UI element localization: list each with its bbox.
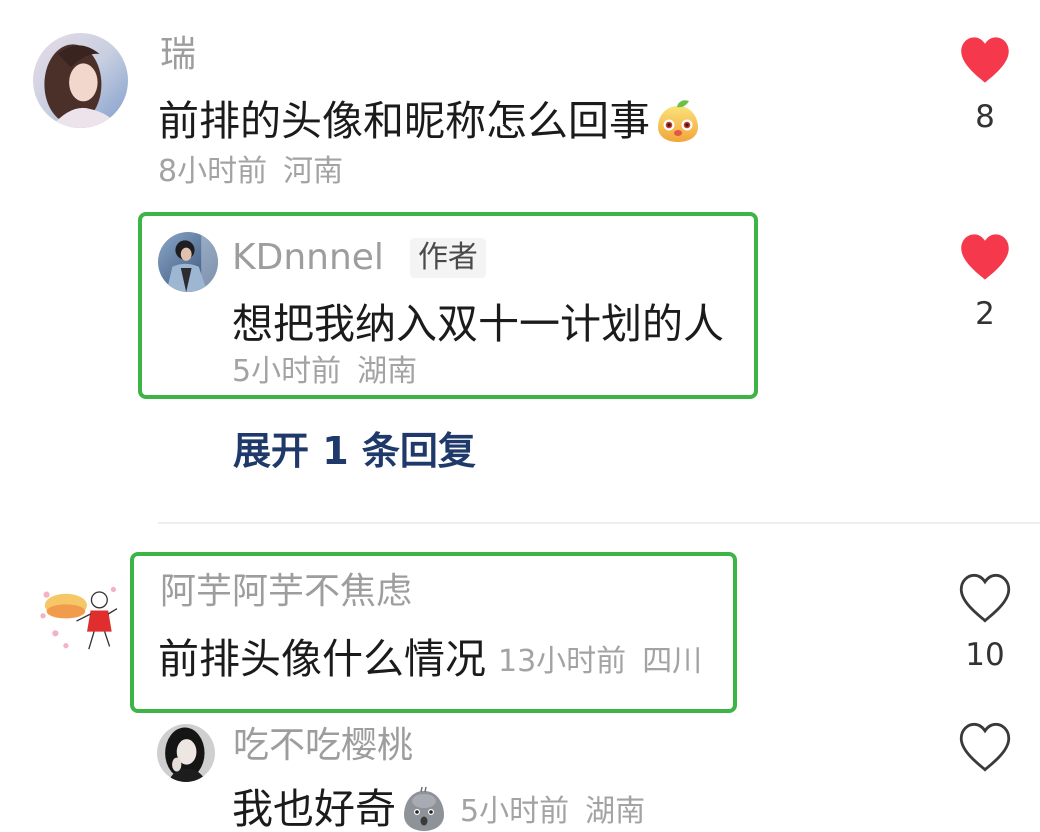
comment-meta: 13小时前 四川 bbox=[498, 645, 702, 679]
replier-username[interactable]: KDnnnel bbox=[232, 238, 384, 278]
like-button[interactable]: 2 bbox=[945, 232, 1025, 332]
like-button[interactable]: 10 bbox=[945, 573, 1025, 673]
reply-location: 湖南 bbox=[585, 794, 646, 829]
heart-outline-icon bbox=[959, 573, 1011, 623]
commenter-avatar[interactable] bbox=[33, 33, 128, 128]
comment-text: 前排头像什么情况 13小时前 四川 bbox=[158, 635, 702, 683]
heart-filled-icon bbox=[961, 37, 1009, 83]
commenter-username[interactable]: 阿芋阿芋不焦虑 bbox=[160, 572, 412, 612]
replier-username-row: KDnnnel 作者 bbox=[232, 238, 486, 278]
commenter-avatar[interactable] bbox=[36, 570, 124, 658]
reply-text-content: 我也好奇 bbox=[232, 785, 396, 832]
like-count: 8 bbox=[975, 99, 995, 135]
heart-filled-icon bbox=[961, 234, 1009, 280]
like-button[interactable] bbox=[945, 722, 1025, 772]
commenter-username[interactable]: 瑞 bbox=[160, 35, 196, 75]
reply-meta: 5小时前 湖南 bbox=[232, 355, 417, 389]
comment-location: 四川 bbox=[642, 644, 703, 679]
comment-text: 前排的头像和昵称怎么回事 bbox=[158, 97, 702, 145]
comment-time: 13小时前 bbox=[498, 644, 627, 679]
replier-avatar[interactable] bbox=[157, 724, 215, 782]
mango-face-emoji-icon bbox=[654, 97, 702, 145]
like-count: 2 bbox=[975, 296, 995, 332]
replier-username[interactable]: 吃不吃樱桃 bbox=[233, 726, 413, 766]
replier-avatar[interactable] bbox=[158, 232, 218, 292]
gray-face-emoji-icon bbox=[400, 785, 448, 832]
expand-replies-link[interactable]: 展开 1 条回复 bbox=[233, 428, 476, 474]
reply-time: 5小时前 bbox=[232, 354, 342, 389]
reply-text: 想把我纳入双十一计划的人 bbox=[232, 300, 724, 348]
reply-time: 5小时前 bbox=[460, 794, 570, 829]
comment-text-content: 前排头像什么情况 bbox=[158, 635, 486, 683]
reply-location: 湖南 bbox=[357, 354, 418, 389]
author-badge: 作者 bbox=[409, 238, 486, 278]
like-button[interactable]: 8 bbox=[945, 35, 1025, 135]
heart-outline-icon bbox=[959, 722, 1011, 772]
comment-time: 8小时前 bbox=[158, 154, 268, 189]
reply-text: 我也好奇 5小时前 湖南 bbox=[232, 785, 645, 832]
divider bbox=[158, 522, 1040, 524]
comment-location: 河南 bbox=[283, 154, 344, 189]
comment-text-content: 前排的头像和昵称怎么回事 bbox=[158, 97, 650, 145]
like-count: 10 bbox=[965, 637, 1005, 673]
comment-meta: 8小时前 河南 bbox=[158, 155, 343, 189]
reply-meta: 5小时前 湖南 bbox=[460, 795, 645, 829]
